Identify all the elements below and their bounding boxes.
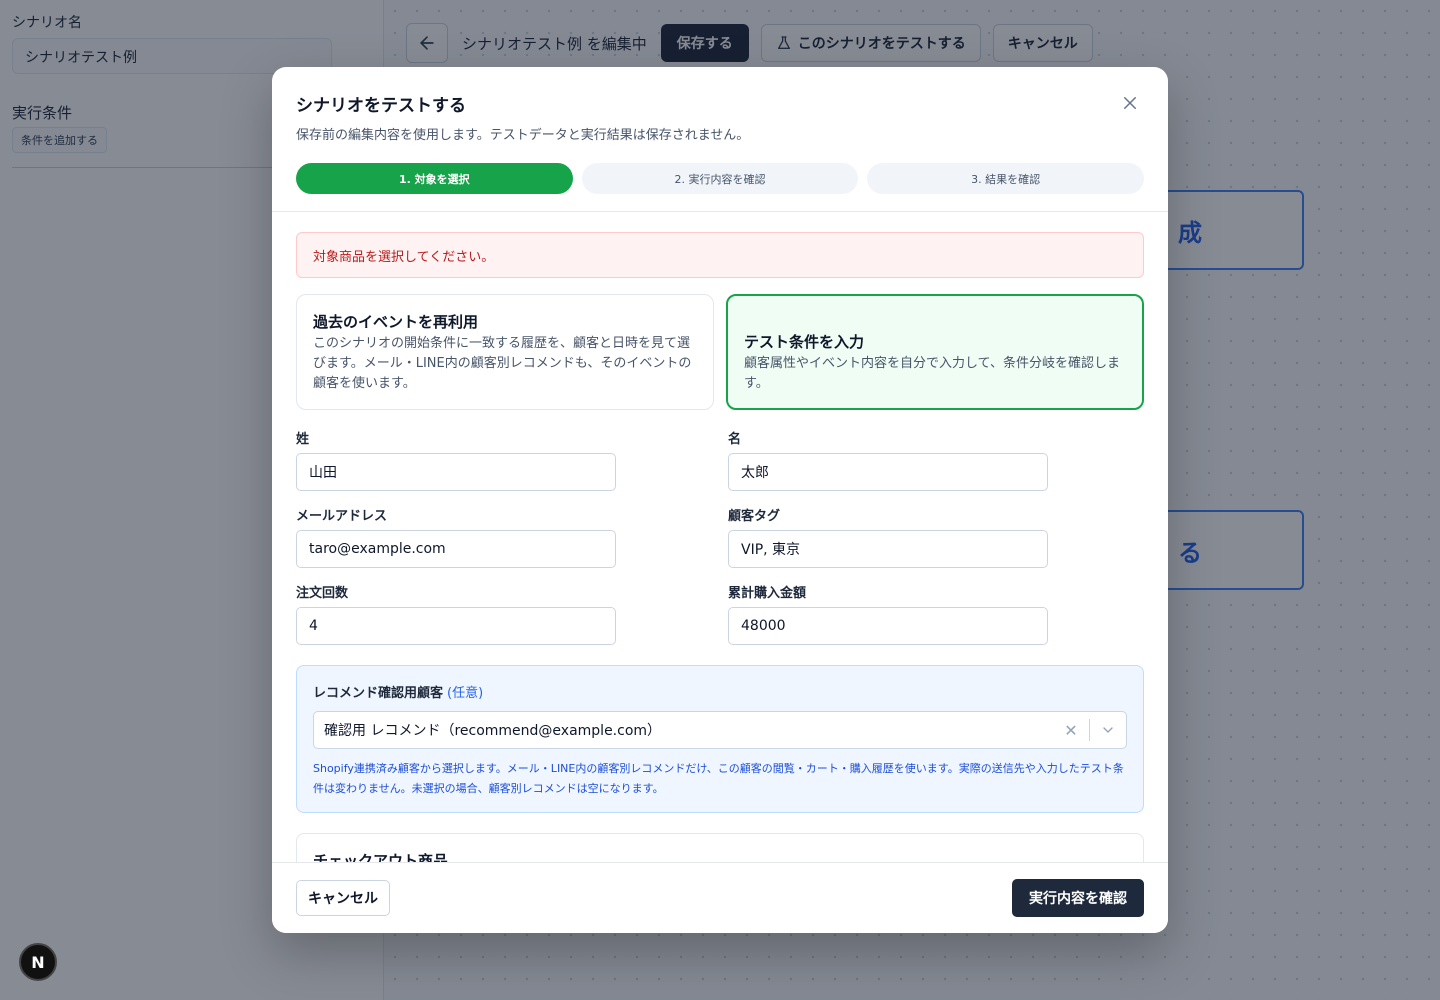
dialog-body: 対象商品を選択してください。 過去のイベントを再利用 このシナリオの開始条件に一… bbox=[272, 212, 1168, 862]
tags-group: 顧客タグ bbox=[728, 505, 1144, 568]
customer-fields: 姓 名 メールアドレス 顧客タグ 注文回数 累計購入金額 bbox=[296, 428, 1144, 645]
orders-group: 注文回数 bbox=[296, 582, 728, 645]
recommend-customer-panel: レコメンド確認用顧客 (任意) 確認用 レコメンド（recommend@examp… bbox=[296, 665, 1144, 813]
mode-manual-input[interactable]: テスト条件を入力 顧客属性やイベント内容を自分で入力して、条件分岐を確認します。 bbox=[726, 294, 1144, 410]
mode-reuse-event-title: 過去のイベントを再利用 bbox=[313, 313, 479, 331]
checkout-products-section: チェックアウト商品 bbox=[296, 833, 1144, 862]
mode-reuse-event[interactable]: 過去のイベントを再利用 このシナリオの開始条件に一致する履歴を、顧客と日時を見て… bbox=[296, 294, 714, 410]
dialog-footer: キャンセル 実行内容を確認 bbox=[272, 862, 1168, 933]
dialog-header: シナリオをテストする 保存前の編集内容を使用します。テストデータと実行結果は保存… bbox=[272, 67, 1168, 212]
email-input[interactable] bbox=[296, 530, 616, 568]
orders-input[interactable] bbox=[296, 607, 616, 645]
last-name-input[interactable] bbox=[296, 453, 616, 491]
last-name-label: 姓 bbox=[296, 432, 310, 447]
test-mode-options: 過去のイベントを再利用 このシナリオの開始条件に一致する履歴を、顧客と日時を見て… bbox=[296, 294, 1144, 410]
dialog-subtitle: 保存前の編集内容を使用します。テストデータと実行結果は保存されません。 bbox=[296, 128, 750, 143]
dialog-title: シナリオをテストする bbox=[296, 96, 466, 116]
test-scenario-dialog: シナリオをテストする 保存前の編集内容を使用します。テストデータと実行結果は保存… bbox=[272, 67, 1168, 933]
step-confirm-actions[interactable]: 2. 実行内容を確認 bbox=[581, 163, 859, 194]
recommend-help-text: Shopify連携済み顧客から選択します。メール・LINE内の顧客別レコメンドだ… bbox=[313, 762, 1124, 795]
orders-label: 注文回数 bbox=[296, 586, 349, 601]
email-group: メールアドレス bbox=[296, 505, 728, 568]
first-name-input[interactable] bbox=[728, 453, 1048, 491]
recommend-customer-title: レコメンド確認用顧客 bbox=[313, 686, 444, 701]
close-button[interactable] bbox=[1118, 91, 1142, 115]
tags-input[interactable] bbox=[728, 530, 1048, 568]
recommend-customer-label: レコメンド確認用顧客 (任意) bbox=[313, 682, 1127, 701]
close-icon bbox=[1124, 97, 1136, 109]
mode-reuse-event-description: このシナリオの開始条件に一致する履歴を、顧客と日時を見て選びます。メール・LIN… bbox=[313, 336, 692, 391]
first-name-group: 名 bbox=[728, 428, 1144, 491]
recommend-customer-value: 確認用 レコメンド（recommend@example.com） bbox=[324, 723, 662, 739]
cancel-button[interactable]: キャンセル bbox=[296, 880, 390, 916]
step-select-target[interactable]: 1. 対象を選択 bbox=[296, 163, 573, 194]
mode-manual-input-title: テスト条件を入力 bbox=[744, 333, 865, 351]
tags-label: 顧客タグ bbox=[728, 509, 781, 524]
recommend-customer-select[interactable]: 確認用 レコメンド（recommend@example.com） ✕ bbox=[313, 711, 1127, 749]
total-spent-input[interactable] bbox=[728, 607, 1048, 645]
total-spent-group: 累計購入金額 bbox=[728, 582, 1144, 645]
error-alert: 対象商品を選択してください。 bbox=[296, 232, 1144, 278]
confirm-actions-button[interactable]: 実行内容を確認 bbox=[1012, 879, 1144, 917]
chevron-down-icon[interactable] bbox=[1090, 722, 1126, 738]
first-name-label: 名 bbox=[728, 432, 742, 447]
email-label: メールアドレス bbox=[296, 509, 388, 524]
checkout-products-title: チェックアウト商品 bbox=[313, 852, 449, 862]
optional-tag: (任意) bbox=[447, 686, 484, 701]
clear-icon[interactable]: ✕ bbox=[1053, 721, 1089, 740]
devtools-badge[interactable]: N bbox=[19, 943, 57, 981]
last-name-group: 姓 bbox=[296, 428, 728, 491]
total-spent-label: 累計購入金額 bbox=[728, 586, 807, 601]
mode-manual-input-description: 顧客属性やイベント内容を自分で入力して、条件分岐を確認します。 bbox=[744, 356, 1120, 391]
stepper: 1. 対象を選択 2. 実行内容を確認 3. 結果を確認 bbox=[296, 163, 1145, 194]
step-check-results[interactable]: 3. 結果を確認 bbox=[867, 163, 1145, 194]
